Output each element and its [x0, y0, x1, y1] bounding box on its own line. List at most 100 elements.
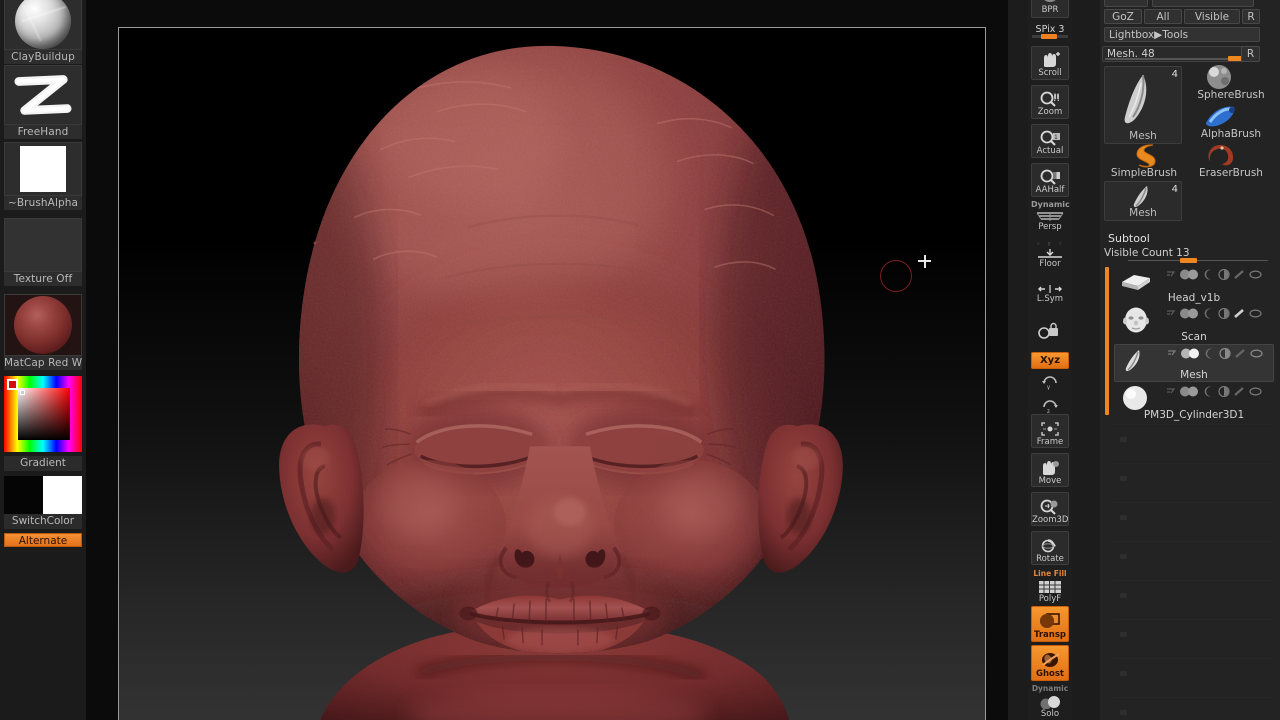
brush-thumbnail[interactable] [4, 0, 82, 50]
subtool-row-empty-2[interactable] [1114, 463, 1274, 501]
color-gradient-picker[interactable] [4, 376, 82, 452]
subtool-row-pm3d-cylinder[interactable]: PM3D_Cylinder3D1 [1114, 383, 1274, 421]
tool-name-eraserbrush[interactable]: EraserBrush [1184, 167, 1278, 179]
all-button[interactable]: All [1144, 9, 1182, 24]
lightbox-tools-button[interactable]: Lightbox▶Tools [1104, 27, 1260, 42]
polypaint-icon[interactable] [1166, 270, 1176, 279]
alternate-button[interactable]: Alternate [4, 533, 82, 547]
color-handle-inner[interactable] [20, 390, 25, 395]
top-clipped-button-2[interactable] [1152, 0, 1254, 7]
goz-button[interactable]: GoZ [1104, 9, 1142, 24]
tool-item-mesh-1[interactable]: 4 Mesh [1104, 66, 1182, 144]
visible-count-knob[interactable] [1180, 257, 1197, 263]
half-circle-icon[interactable] [1218, 386, 1230, 397]
shelf-slot-stroke[interactable]: FreeHand [4, 65, 82, 139]
subtool-row-icons-1[interactable] [1166, 268, 1270, 281]
mask-moon-icon[interactable] [1205, 348, 1216, 359]
polypaint-icon[interactable] [1166, 309, 1176, 318]
transp-button[interactable]: Transp [1031, 606, 1069, 642]
subtool-row-empty-4[interactable] [1114, 541, 1274, 579]
mesh-slider[interactable]: Mesh. 48 [1102, 46, 1257, 62]
zoom-button[interactable]: Zoom [1031, 85, 1069, 119]
simple-brush-icon[interactable] [1101, 142, 1187, 168]
subtool-row-icons-2[interactable] [1166, 307, 1270, 320]
scroll-button[interactable]: Scroll [1031, 46, 1069, 80]
color-sv-square[interactable] [18, 388, 70, 440]
transpose-lock-button[interactable] [1031, 320, 1069, 346]
local-symmetry-button[interactable]: L.Sym [1031, 282, 1069, 308]
rotate-button[interactable]: Rotate [1031, 531, 1069, 565]
canvas-area[interactable] [86, 0, 1008, 720]
visible-count-slider[interactable]: Visible Count 13 [1104, 247, 1274, 263]
tool-name-alphabrush[interactable]: AlphaBrush [1184, 128, 1278, 140]
top-clipped-button-1[interactable] [1104, 0, 1148, 7]
mesh-r-button[interactable]: R [1241, 46, 1260, 62]
eye-icon[interactable] [1250, 348, 1263, 359]
tool-name-spherebrush[interactable]: SphereBrush [1184, 89, 1278, 101]
shelf-slot-alpha[interactable]: ~BrushAlpha [4, 142, 82, 210]
subtool-row-icons-4[interactable] [1166, 385, 1270, 398]
spix-slider[interactable]: SPix 3 [1031, 24, 1069, 39]
subtool-row-empty-8[interactable] [1114, 697, 1274, 720]
half-circle-icon[interactable] [1218, 269, 1230, 280]
visibility-toggle-icon[interactable] [1180, 348, 1202, 359]
subtool-row-empty-7[interactable] [1114, 658, 1274, 696]
shelf-slot-texture[interactable]: Texture Off [4, 218, 82, 286]
spix-slider-knob[interactable] [1041, 34, 1057, 39]
material-thumbnail[interactable] [4, 294, 82, 356]
xyz-button[interactable]: Xyz [1031, 352, 1069, 369]
switch-color-swatches[interactable] [4, 476, 82, 518]
polyframe-button[interactable]: Line Fill PolyF [1031, 569, 1069, 604]
color-handle-outer[interactable] [7, 379, 18, 390]
subtool-row-scan[interactable]: Scan [1114, 305, 1274, 343]
rotate-z-button[interactable]: z [1031, 396, 1069, 416]
polypaint-icon[interactable] [1166, 387, 1176, 396]
eraser-brush-icon[interactable] [1200, 142, 1240, 168]
baby-head-sculpt[interactable] [119, 28, 985, 720]
subtool-row-head-v1b[interactable]: Head_v1b [1114, 266, 1274, 304]
half-circle-icon[interactable] [1219, 348, 1231, 359]
alpha-thumbnail[interactable] [4, 142, 82, 196]
eye-icon[interactable] [1249, 269, 1262, 280]
texture-thumbnail[interactable] [4, 218, 82, 272]
shelf-slot-brush[interactable]: ClayBuildup [4, 0, 82, 64]
subtool-row-empty-5[interactable] [1114, 580, 1274, 618]
visible-r-button[interactable]: R [1242, 9, 1260, 24]
zoom3d-button[interactable]: Zoom3D [1031, 492, 1069, 526]
eye-icon[interactable] [1249, 386, 1262, 397]
mask-moon-icon[interactable] [1204, 269, 1215, 280]
mask-moon-icon[interactable] [1204, 386, 1215, 397]
secondary-color-swatch[interactable] [43, 476, 82, 518]
subtool-brush-icon[interactable] [1233, 386, 1246, 397]
floor-button[interactable]: x y z Floor [1031, 238, 1069, 269]
stroke-thumbnail[interactable] [4, 65, 82, 125]
sphere-brush-icon[interactable] [1202, 64, 1236, 90]
mask-moon-icon[interactable] [1204, 308, 1215, 319]
rotate-y-button[interactable]: y [1031, 372, 1069, 392]
alpha-brush-icon[interactable] [1200, 103, 1240, 129]
tool-name-simplebrush[interactable]: SimpleBrush [1100, 167, 1188, 179]
subtool-row-empty-6[interactable] [1114, 619, 1274, 657]
shelf-slot-material[interactable]: MatCap Red Wa [4, 294, 82, 370]
document-frame[interactable] [118, 27, 986, 720]
subtool-brush-icon[interactable] [1234, 348, 1247, 359]
subtool-row-mesh[interactable]: Mesh [1114, 344, 1274, 382]
visibility-toggle-icon[interactable] [1179, 308, 1201, 319]
visible-button[interactable]: Visible [1184, 9, 1240, 24]
move-button[interactable]: Move [1031, 453, 1069, 487]
subtool-brush-icon[interactable] [1233, 308, 1246, 319]
subtool-row-empty-3[interactable] [1114, 502, 1274, 540]
solo-button[interactable]: Dynamic Solo [1031, 684, 1069, 719]
half-circle-icon[interactable] [1218, 308, 1230, 319]
perspective-button[interactable]: Dynamic Persp [1031, 200, 1070, 232]
tool-item-mesh-2[interactable]: 4 Mesh [1104, 181, 1182, 221]
subtool-row-icons-3[interactable] [1167, 347, 1271, 360]
subtool-brush-icon[interactable] [1233, 269, 1246, 280]
switch-color-label[interactable]: SwitchColor [4, 514, 82, 529]
visibility-toggle-icon[interactable] [1179, 386, 1201, 397]
aahalf-button[interactable]: AAHalf [1031, 163, 1069, 197]
ghost-button[interactable]: Ghost [1031, 645, 1069, 681]
eye-icon[interactable] [1249, 308, 1262, 319]
frame-button[interactable]: Frame [1031, 414, 1069, 448]
primary-color-swatch[interactable] [4, 476, 43, 518]
